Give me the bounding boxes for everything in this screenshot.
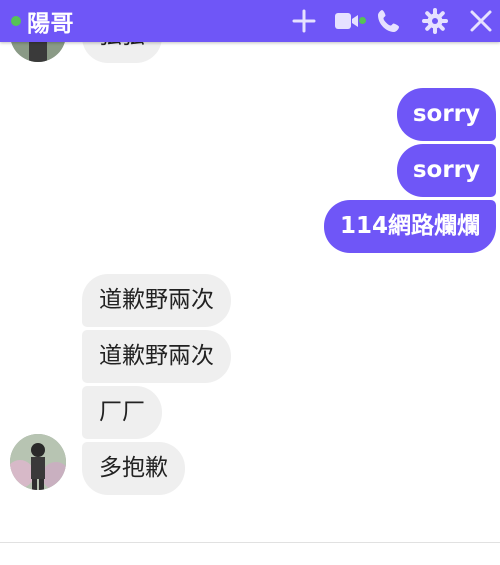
message-bubble[interactable]: 多抱歉 xyxy=(82,442,185,495)
message-bubble[interactable]: 道歉野兩次 xyxy=(82,330,231,383)
message-bubble[interactable]: sorry xyxy=(396,88,496,141)
header-actions xyxy=(271,0,494,42)
message-list[interactable]: 弦弦 sorry sorry 114網路爛爛 道歉野兩次 道歉野兩次 厂厂 多抱… xyxy=(0,0,500,542)
video-online-indicator xyxy=(359,17,366,24)
gear-icon[interactable] xyxy=(422,8,448,34)
contact-avatar[interactable] xyxy=(10,434,66,490)
plus-icon[interactable] xyxy=(291,8,317,34)
video-camera-icon[interactable] xyxy=(334,8,366,34)
chat-header: 陽哥 xyxy=(0,0,500,42)
online-status-indicator xyxy=(11,16,21,26)
contact-name[interactable]: 陽哥 xyxy=(27,4,74,38)
close-icon[interactable] xyxy=(468,8,494,34)
message-bubble[interactable]: 厂厂 xyxy=(82,386,162,439)
phone-icon[interactable] xyxy=(376,8,402,34)
message-composer[interactable] xyxy=(0,542,500,565)
message-bubble[interactable]: 道歉野兩次 xyxy=(82,274,231,327)
message-bubble[interactable]: 114網路爛爛 xyxy=(323,200,496,253)
message-bubble[interactable]: sorry xyxy=(396,144,496,197)
